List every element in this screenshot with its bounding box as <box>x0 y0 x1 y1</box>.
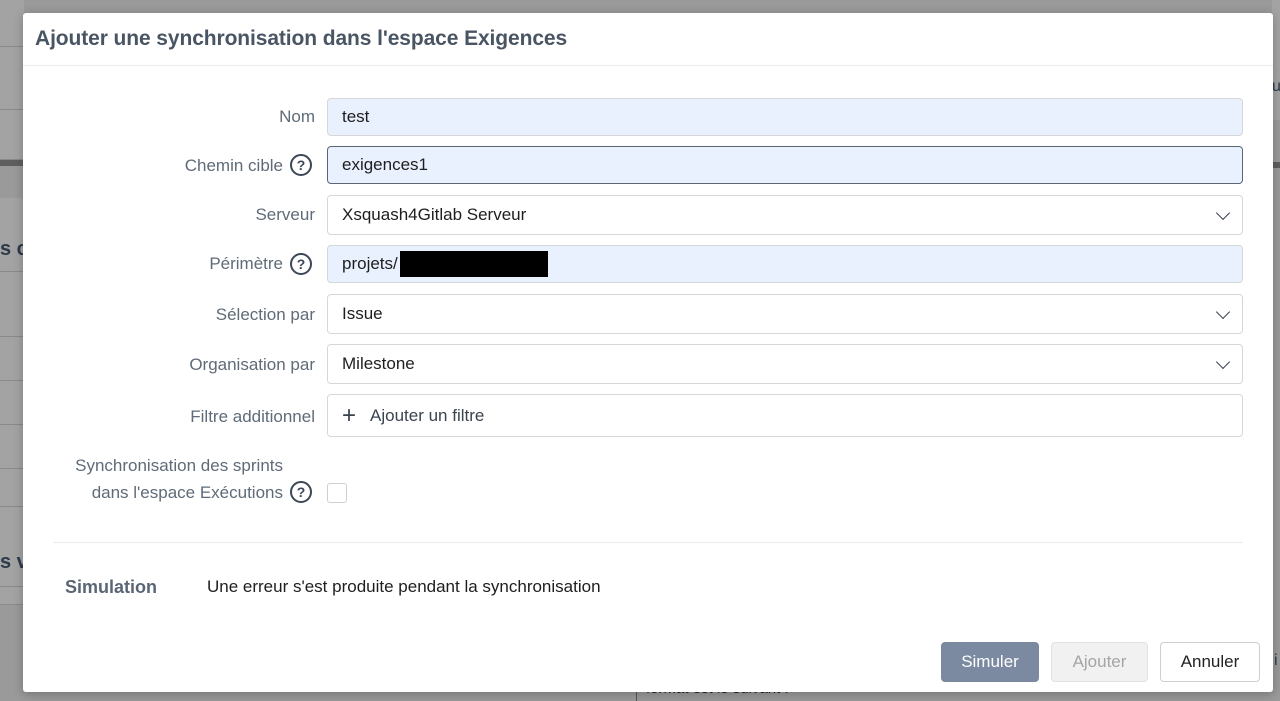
form-row-sprint-sync: Synchronisation des sprints dans l'espac… <box>23 452 1273 512</box>
server-value: Xsquash4Gitlab Serveur <box>342 205 527 224</box>
simulation-message: Une erreur s'est produite pendant la syn… <box>207 577 601 596</box>
organisation-by-label: Organisation par <box>189 355 315 374</box>
chevron-down-icon <box>1215 304 1231 320</box>
bg-panel <box>0 469 24 507</box>
form-row-organisation-by: Organisation par Milestone <box>23 344 1273 384</box>
chevron-down-icon <box>1215 205 1231 221</box>
bg-panel <box>0 110 24 160</box>
dialog-header: Ajouter une synchronisation dans l'espac… <box>23 13 1273 66</box>
sprint-sync-label-line2: dans l'espace Exécutions <box>91 483 283 502</box>
additional-filter-label: Filtre additionnel <box>190 407 315 426</box>
simulate-button[interactable]: Simuler <box>941 642 1039 682</box>
bg-panel <box>0 272 24 337</box>
server-select[interactable]: Xsquash4Gitlab Serveur <box>327 195 1243 235</box>
bg-panel <box>0 337 24 381</box>
add-filter-button[interactable]: + Ajouter un filtre <box>327 394 1243 437</box>
sprint-sync-label: Synchronisation des sprints dans l'espac… <box>75 452 283 506</box>
chevron-down-icon <box>1215 354 1231 370</box>
scope-value: projets/ <box>342 254 398 273</box>
selection-by-select[interactable]: Issue <box>327 294 1243 334</box>
selection-by-value: Issue <box>342 304 383 323</box>
bg-divider <box>0 160 24 166</box>
form-row-selection-by: Sélection par Issue <box>23 294 1273 334</box>
bg-panel <box>1272 0 1280 60</box>
sprint-sync-checkbox[interactable] <box>327 483 347 503</box>
target-path-value: exigences1 <box>342 155 429 174</box>
scope-label: Périmètre <box>209 254 283 273</box>
name-input[interactable]: test <box>327 98 1243 136</box>
organisation-by-select[interactable]: Milestone <box>327 344 1243 384</box>
bg-fragment: i <box>1274 652 1278 669</box>
question-circle-icon[interactable]: ? <box>290 154 312 176</box>
add-button[interactable]: Ajouter <box>1051 642 1148 682</box>
target-path-input[interactable]: exigences1 <box>327 146 1243 184</box>
cancel-button[interactable]: Annuler <box>1160 642 1260 682</box>
bg-panel <box>0 587 24 605</box>
scope-input[interactable]: projets/ <box>327 245 1243 283</box>
form-row-name: Nom test <box>23 98 1273 136</box>
question-circle-icon[interactable]: ? <box>290 481 312 503</box>
target-path-label: Chemin cible <box>184 156 283 175</box>
organisation-by-value: Milestone <box>342 354 415 373</box>
bg-fragment: u <box>1272 78 1280 95</box>
bg-panel <box>0 0 24 47</box>
bg-divider <box>1272 162 1280 168</box>
question-circle-icon[interactable]: ? <box>290 253 312 275</box>
bg-panel <box>0 47 24 110</box>
simulation-label: Simulation <box>65 577 158 597</box>
add-sync-dialog: Ajouter une synchronisation dans l'espac… <box>23 13 1273 692</box>
bg-panel <box>0 381 24 425</box>
section-divider <box>53 542 1243 543</box>
form-row-additional-filter: Filtre additionnel + Ajouter un filtre <box>23 394 1273 437</box>
selection-by-label: Sélection par <box>215 305 315 324</box>
bg-panel <box>0 507 24 587</box>
name-label: Nom <box>279 107 315 126</box>
sprint-sync-label-line1: Synchronisation des sprints <box>75 456 283 475</box>
dialog-title: Ajouter une synchronisation dans l'espac… <box>35 27 568 50</box>
bg-panel <box>0 425 24 469</box>
server-label: Serveur <box>255 205 315 224</box>
form-row-scope: Périmètre ? projets/ <box>23 245 1273 283</box>
form-row-server: Serveur Xsquash4Gitlab Serveur <box>23 195 1273 235</box>
plus-icon: + <box>342 401 357 429</box>
add-filter-label: Ajouter un filtre <box>370 405 485 425</box>
name-value: test <box>342 107 370 126</box>
redacted-block <box>399 251 548 277</box>
form-row-target-path: Chemin cible ? exigences1 <box>23 146 1273 185</box>
